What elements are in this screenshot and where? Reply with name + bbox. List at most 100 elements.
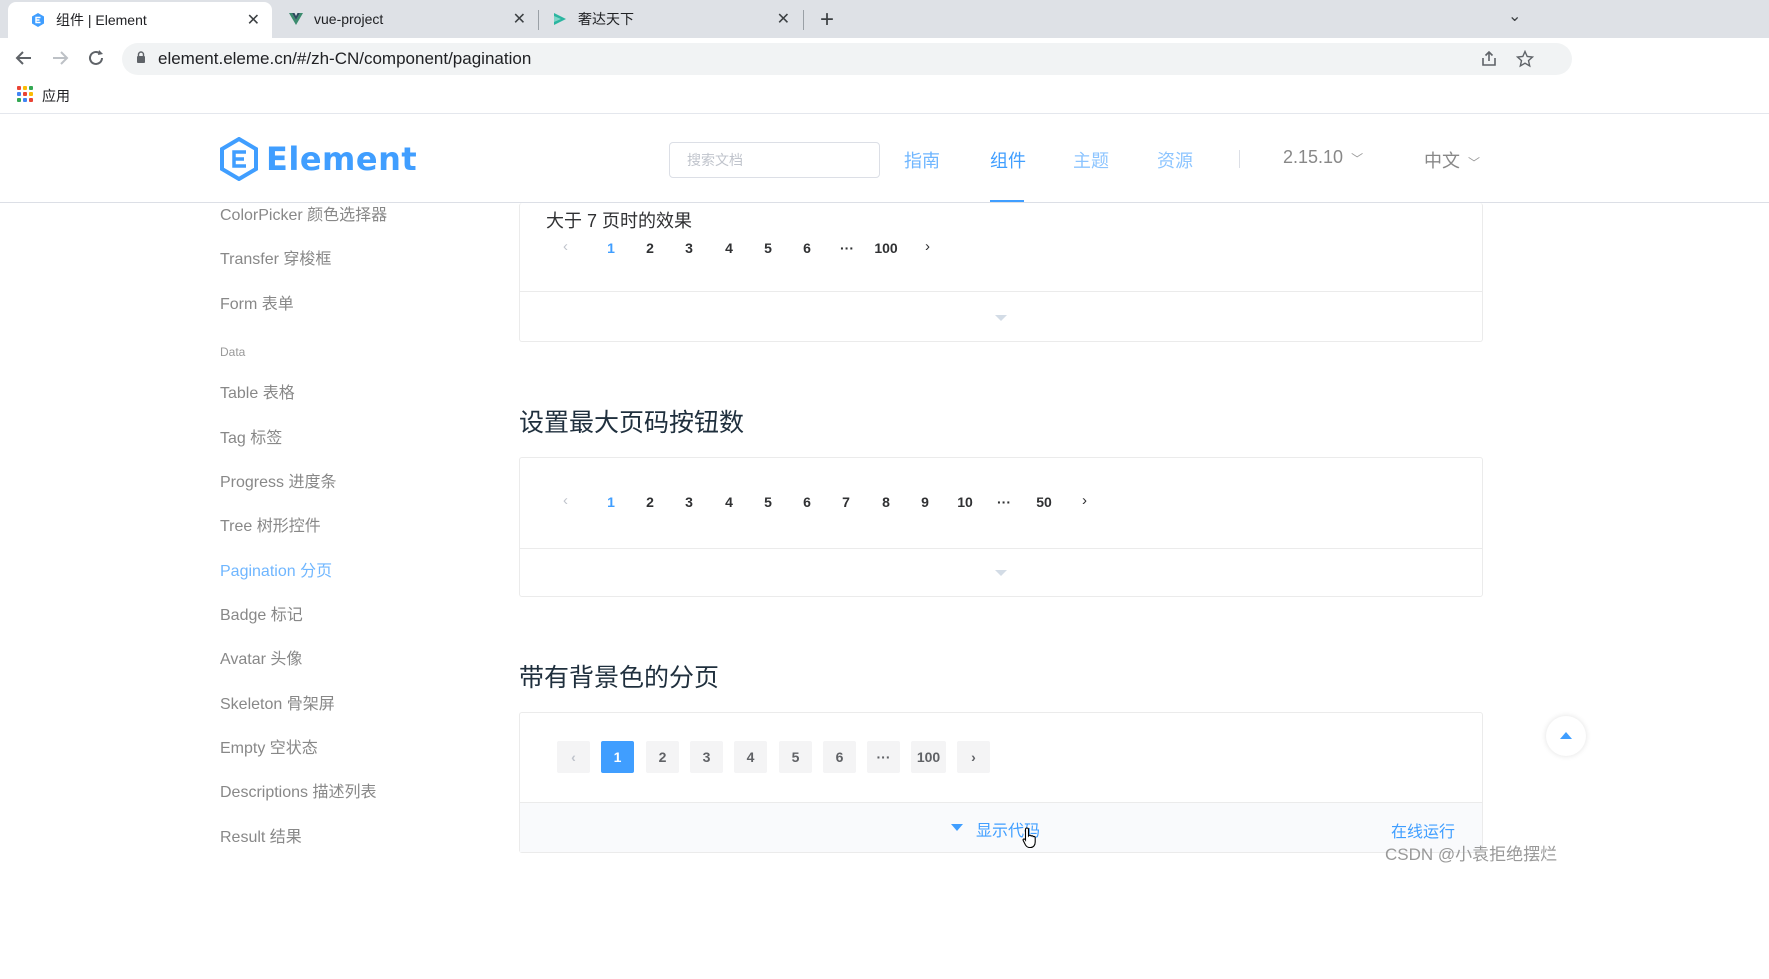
run-online-link[interactable]: 在线运行 [1391,818,1455,842]
tab-other[interactable]: 奢达天下 ✕ [538,0,802,38]
sidebar-item-form[interactable]: Form 表单 [220,290,294,314]
page-item[interactable]: 50 [1032,494,1056,510]
demo-divider [520,291,1482,292]
next-page-button[interactable]: › [1082,492,1087,509]
forward-arrow-icon[interactable] [50,48,70,68]
lock-icon [137,51,145,63]
logo-text: Element [266,140,418,178]
tab-title: vue-project [314,11,384,27]
nav-component[interactable]: 组件 [990,147,1026,173]
page-item[interactable]: 2 [642,494,658,510]
page-item[interactable]: 4 [734,741,767,773]
search-docs-input[interactable]: 搜索文档 [669,142,880,178]
sidebar-item-transfer[interactable]: Transfer 穿梭框 [220,245,331,269]
tab-title: 奢达天下 [578,11,634,27]
nav-theme[interactable]: 主题 [1073,147,1109,173]
page-item[interactable]: 3 [681,240,697,256]
caret-down-icon [951,824,963,831]
bookmarks-bar: 应用 [0,78,1769,114]
page-item[interactable]: 10 [953,494,977,510]
demo-divider [520,548,1482,549]
tab-vue-project[interactable]: vue-project ✕ [272,0,538,38]
close-tab-icon[interactable]: ✕ [777,9,790,29]
close-tab-icon[interactable]: ✕ [247,10,260,30]
reload-icon[interactable] [86,48,106,68]
element-logo-icon [220,137,258,181]
page-item[interactable]: 100 [872,240,900,256]
sidebar-item-progress[interactable]: Progress 进度条 [220,468,336,492]
section-title-background: 带有背景色的分页 [519,664,720,692]
nav-resource[interactable]: 资源 [1157,147,1193,173]
close-tab-icon[interactable]: ✕ [513,9,526,29]
chevron-down-icon: ﹀ [1351,152,1364,166]
site-header: Element 搜索文档 指南 组件 主题 资源 2.15.10 ﹀ 中文 ﹀ [0,115,1769,203]
language-dropdown[interactable]: 中文 ﹀ [1424,147,1480,173]
sidebar-item-colorpicker[interactable]: ColorPicker 颜色选择器 [220,201,387,225]
page-item[interactable]: 5 [779,741,812,773]
expand-caret-icon[interactable] [995,570,1007,576]
bookmark-star-icon[interactable] [1516,50,1534,68]
sidebar-item-table[interactable]: Table 表格 [220,379,295,403]
more-pages-ellipsis[interactable]: ··· [993,494,1015,510]
page-item[interactable]: 4 [721,494,737,510]
page-item[interactable]: 9 [917,494,933,510]
sidebar-item-tag[interactable]: Tag 标签 [220,424,282,448]
generic-favicon-icon [554,13,566,25]
tab-search-chevron-icon[interactable]: ⌄ [1508,6,1521,26]
share-icon[interactable] [1480,50,1498,68]
element-logo[interactable]: Element [220,137,417,181]
page-item[interactable]: 3 [690,741,723,773]
sidebar-item-badge[interactable]: Badge 标记 [220,601,303,625]
element-favicon-icon [32,13,44,27]
version-dropdown[interactable]: 2.15.10 ﹀ [1283,147,1363,168]
more-pages-ellipsis[interactable]: ··· [836,240,858,256]
page-item[interactable]: 3 [681,494,697,510]
apps-label[interactable]: 应用 [42,86,70,106]
page-item[interactable]: 100 [911,741,946,773]
apps-grid-icon[interactable] [17,86,33,102]
url-text: element.eleme.cn/#/zh-CN/component/pagin… [158,49,532,68]
next-page-button[interactable]: › [925,238,930,255]
page-item[interactable]: 2 [642,240,658,256]
sidebar-item-tree[interactable]: Tree 树形控件 [220,512,321,536]
sidebar-item-descriptions[interactable]: Descriptions 描述列表 [220,778,376,802]
page-item[interactable]: 1 [601,741,634,773]
page-item[interactable]: 2 [646,741,679,773]
browser-toolbar: element.eleme.cn/#/zh-CN/component/pagin… [0,38,1769,78]
new-tab-button[interactable]: + [820,6,834,34]
sidebar-item-avatar[interactable]: Avatar 头像 [220,645,302,669]
prev-page-button[interactable]: ‹ [563,492,568,509]
version-label: 2.15.10 [1283,147,1344,167]
page-item[interactable]: 6 [799,494,815,510]
page-item[interactable]: 4 [721,240,737,256]
demo-block-pager-count [519,457,1483,597]
sidebar-group-data: Data [220,345,246,359]
nav-guide[interactable]: 指南 [904,147,940,173]
section-title-max-pager: 设置最大页码按钮数 [519,409,745,437]
page-item[interactable]: 1 [603,240,619,256]
language-label: 中文 [1424,151,1460,171]
page-item[interactable]: 5 [760,494,776,510]
chevron-down-icon: ﹀ [1468,156,1481,170]
next-page-button[interactable]: › [957,741,990,773]
page-item[interactable]: 1 [603,494,619,510]
back-to-top-button[interactable] [1546,716,1586,756]
page-item[interactable]: 5 [760,240,776,256]
page-item[interactable]: 6 [823,741,856,773]
page-item[interactable]: 7 [838,494,854,510]
back-arrow-icon[interactable] [14,48,34,68]
page-item[interactable]: 6 [799,240,815,256]
tab-title: 组件 | Element [56,12,147,28]
expand-caret-icon[interactable] [995,315,1007,321]
browser-tab-bar: 组件 | Element ✕ vue-project ✕ 奢达天下 ✕ + ⌄ [0,0,1769,38]
sidebar-item-result[interactable]: Result 结果 [220,823,302,847]
more-pages-ellipsis[interactable]: ··· [867,741,900,773]
sidebar-item-skeleton[interactable]: Skeleton 骨架屏 [220,690,335,714]
prev-page-button[interactable]: ‹ [563,238,568,255]
prev-page-button[interactable]: ‹ [557,741,590,773]
page-item[interactable]: 8 [878,494,894,510]
sidebar-item-pagination[interactable]: Pagination 分页 [220,557,332,581]
tab-element[interactable]: 组件 | Element ✕ [8,2,272,38]
address-bar[interactable]: element.eleme.cn/#/zh-CN/component/pagin… [122,43,1572,75]
sidebar-item-empty[interactable]: Empty 空状态 [220,734,318,758]
